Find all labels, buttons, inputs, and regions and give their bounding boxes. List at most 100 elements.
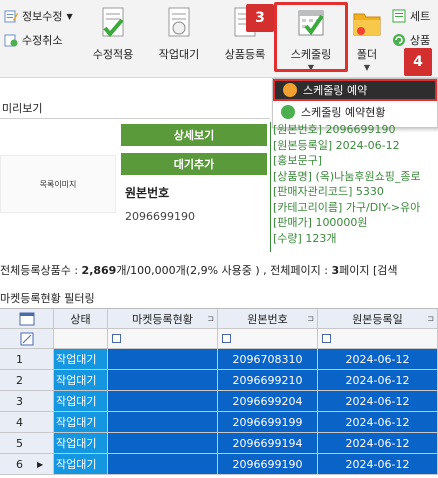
scheduling-highlight-box — [274, 2, 348, 72]
document-queue-icon — [164, 6, 194, 40]
status-suffix: 페이지 [검색 — [339, 264, 398, 277]
row-original-number: 2096699190 — [218, 454, 318, 475]
info-line: [수량] 123개 — [273, 231, 337, 245]
folder-button[interactable]: 폴더 ▼ — [338, 6, 396, 72]
table-row[interactable]: 6 ▶ 작업대기 2096699190 2024-06-12 — [0, 454, 438, 475]
filter-icon — [322, 334, 331, 343]
preview-title: 미리보기 — [2, 102, 43, 115]
row-number: 2 — [0, 370, 54, 391]
edit-info-button[interactable]: 정보수정 ▼ — [4, 8, 73, 24]
filter-original-date[interactable] — [318, 329, 438, 349]
table-row[interactable]: 5 작업대기 2096699194 2024-06-12 — [0, 433, 438, 454]
column-header-status[interactable]: 상태 — [54, 309, 108, 329]
filter-original-number[interactable] — [218, 329, 318, 349]
detail-view-button[interactable]: 상세보기 — [121, 124, 267, 146]
row-market — [108, 433, 218, 454]
filter-toggle-icon[interactable] — [0, 329, 54, 349]
row-market — [108, 391, 218, 412]
row-number: 3 — [0, 391, 54, 412]
folder-label: 폴더 — [356, 48, 378, 61]
set-button[interactable]: 세트 — [392, 8, 430, 24]
row-original-number: 2096699194 — [218, 433, 318, 454]
current-row-arrow-icon: ▶ — [37, 459, 44, 469]
column-header-label: 마켓등록현황 — [132, 312, 193, 326]
apply-edit-label: 수정적용 — [92, 48, 134, 61]
menu-item-schedule-status[interactable]: 스케줄링 예약현황 — [273, 101, 437, 123]
edit-info-icon — [4, 9, 18, 23]
row-market — [108, 454, 218, 475]
scheduling-dropdown-menu: 스케줄링 예약 스케줄링 예약현황 — [272, 78, 438, 128]
status-prefix: 전체등록상품수 : — [0, 264, 82, 277]
table-row[interactable]: 2 작업대기 2096699210 2024-06-12 — [0, 370, 438, 391]
table-row[interactable]: 3 작업대기 2096699204 2024-06-12 — [0, 391, 438, 412]
row-number: 1 — [0, 349, 54, 370]
step-badge-4: 4 — [404, 48, 432, 76]
row-status: 작업대기 — [54, 349, 108, 370]
row-number: 5 — [0, 433, 54, 454]
row-original-date: 2024-06-12 — [318, 433, 438, 454]
grid-header-row: 상태 마켓등록현황 ⊐ 원본번호 ⊐ 원본등록일 ⊐ — [0, 309, 438, 329]
product-info-box: [원본번호] 2096699190 [원본등록일] 2024-06-12 [홍보… — [270, 122, 438, 252]
refresh-icon — [392, 33, 406, 47]
work-queue-label: 작업대기 — [158, 48, 200, 61]
column-header-label: 원본등록일 — [352, 312, 403, 326]
info-line: [카테고리이름] 가구/DIY->유아 — [273, 200, 421, 214]
set-label: 세트 — [410, 10, 431, 23]
row-status: 작업대기 — [54, 412, 108, 433]
info-line: [판매자관리코드] 5330 — [273, 185, 384, 198]
column-header-original-number[interactable]: 원본번호 ⊐ — [218, 309, 318, 329]
column-header-original-date[interactable]: 원본등록일 ⊐ — [318, 309, 438, 329]
original-number-label: 원본번호 — [125, 186, 170, 200]
filter-text-icon — [112, 334, 121, 343]
info-line: [홍보문구] — [273, 154, 323, 167]
folder-icon — [352, 6, 382, 40]
apply-edit-button[interactable]: 수정적용 — [84, 6, 142, 62]
work-queue-button[interactable]: 작업대기 — [150, 6, 208, 62]
row-original-date: 2024-06-12 — [318, 454, 438, 475]
row-status: 작업대기 — [54, 391, 108, 412]
row-market — [108, 370, 218, 391]
pin-icon[interactable]: ⊐ — [207, 314, 214, 323]
pin-icon[interactable]: ⊐ — [427, 314, 434, 323]
row-original-date: 2024-06-12 — [318, 370, 438, 391]
chevron-down-icon: ▼ — [66, 11, 73, 21]
row-original-date: 2024-06-12 — [318, 391, 438, 412]
filter-market[interactable] — [108, 329, 218, 349]
row-market — [108, 349, 218, 370]
cancel-edit-label: 수정취소 — [22, 34, 63, 47]
filter-icon — [222, 334, 231, 343]
row-original-number: 2096699204 — [218, 391, 318, 412]
grid-settings-icon[interactable] — [0, 309, 54, 329]
set-icon — [392, 9, 406, 23]
product-button[interactable]: 상품 — [392, 32, 430, 48]
info-line: [원본등록일] 2024-06-12 — [273, 138, 400, 152]
step-badge-3: 3 — [246, 4, 274, 32]
row-status: 작업대기 — [54, 370, 108, 391]
document-check-icon — [98, 6, 128, 40]
chevron-down-icon: ▼ — [363, 63, 371, 72]
row-number: 4 — [0, 412, 54, 433]
row-original-number: 2096699210 — [218, 370, 318, 391]
pin-icon[interactable]: ⊐ — [307, 314, 314, 323]
column-header-label: 원본번호 — [247, 312, 288, 326]
row-status: 작업대기 — [54, 454, 108, 475]
add-queue-button[interactable]: 대기추가 — [121, 153, 267, 175]
cancel-edit-button[interactable]: 수정취소 — [4, 32, 62, 48]
row-original-date: 2024-06-12 — [318, 412, 438, 433]
row-original-date: 2024-06-12 — [318, 349, 438, 370]
market-filter-label: 마켓등록현황 필터링 — [0, 292, 95, 305]
table-row[interactable]: 4 작업대기 2096699199 2024-06-12 — [0, 412, 438, 433]
thumbnail-image: 목록이미지 — [0, 155, 116, 213]
filter-status[interactable] — [54, 329, 108, 349]
menu-item-schedule-reserve[interactable]: 스케줄링 예약 — [273, 79, 437, 101]
menu-item-label: 스케줄링 예약현황 — [301, 106, 386, 119]
clock-icon — [283, 83, 297, 97]
undo-icon — [4, 33, 18, 47]
info-line: [상품명] (옥)나눔후원쇼핑_종로 — [273, 169, 421, 183]
check-icon — [281, 105, 295, 119]
status-bar: 전체등록상품수 : 2,869개/100,000개(2,9% 사용중 ) , 전… — [0, 262, 398, 278]
status-count: 2,869 — [81, 264, 117, 277]
table-row[interactable]: 1 작업대기 2096708310 2024-06-12 — [0, 349, 438, 370]
row-number: 6 ▶ — [0, 454, 54, 475]
column-header-market[interactable]: 마켓등록현황 ⊐ — [108, 309, 218, 329]
